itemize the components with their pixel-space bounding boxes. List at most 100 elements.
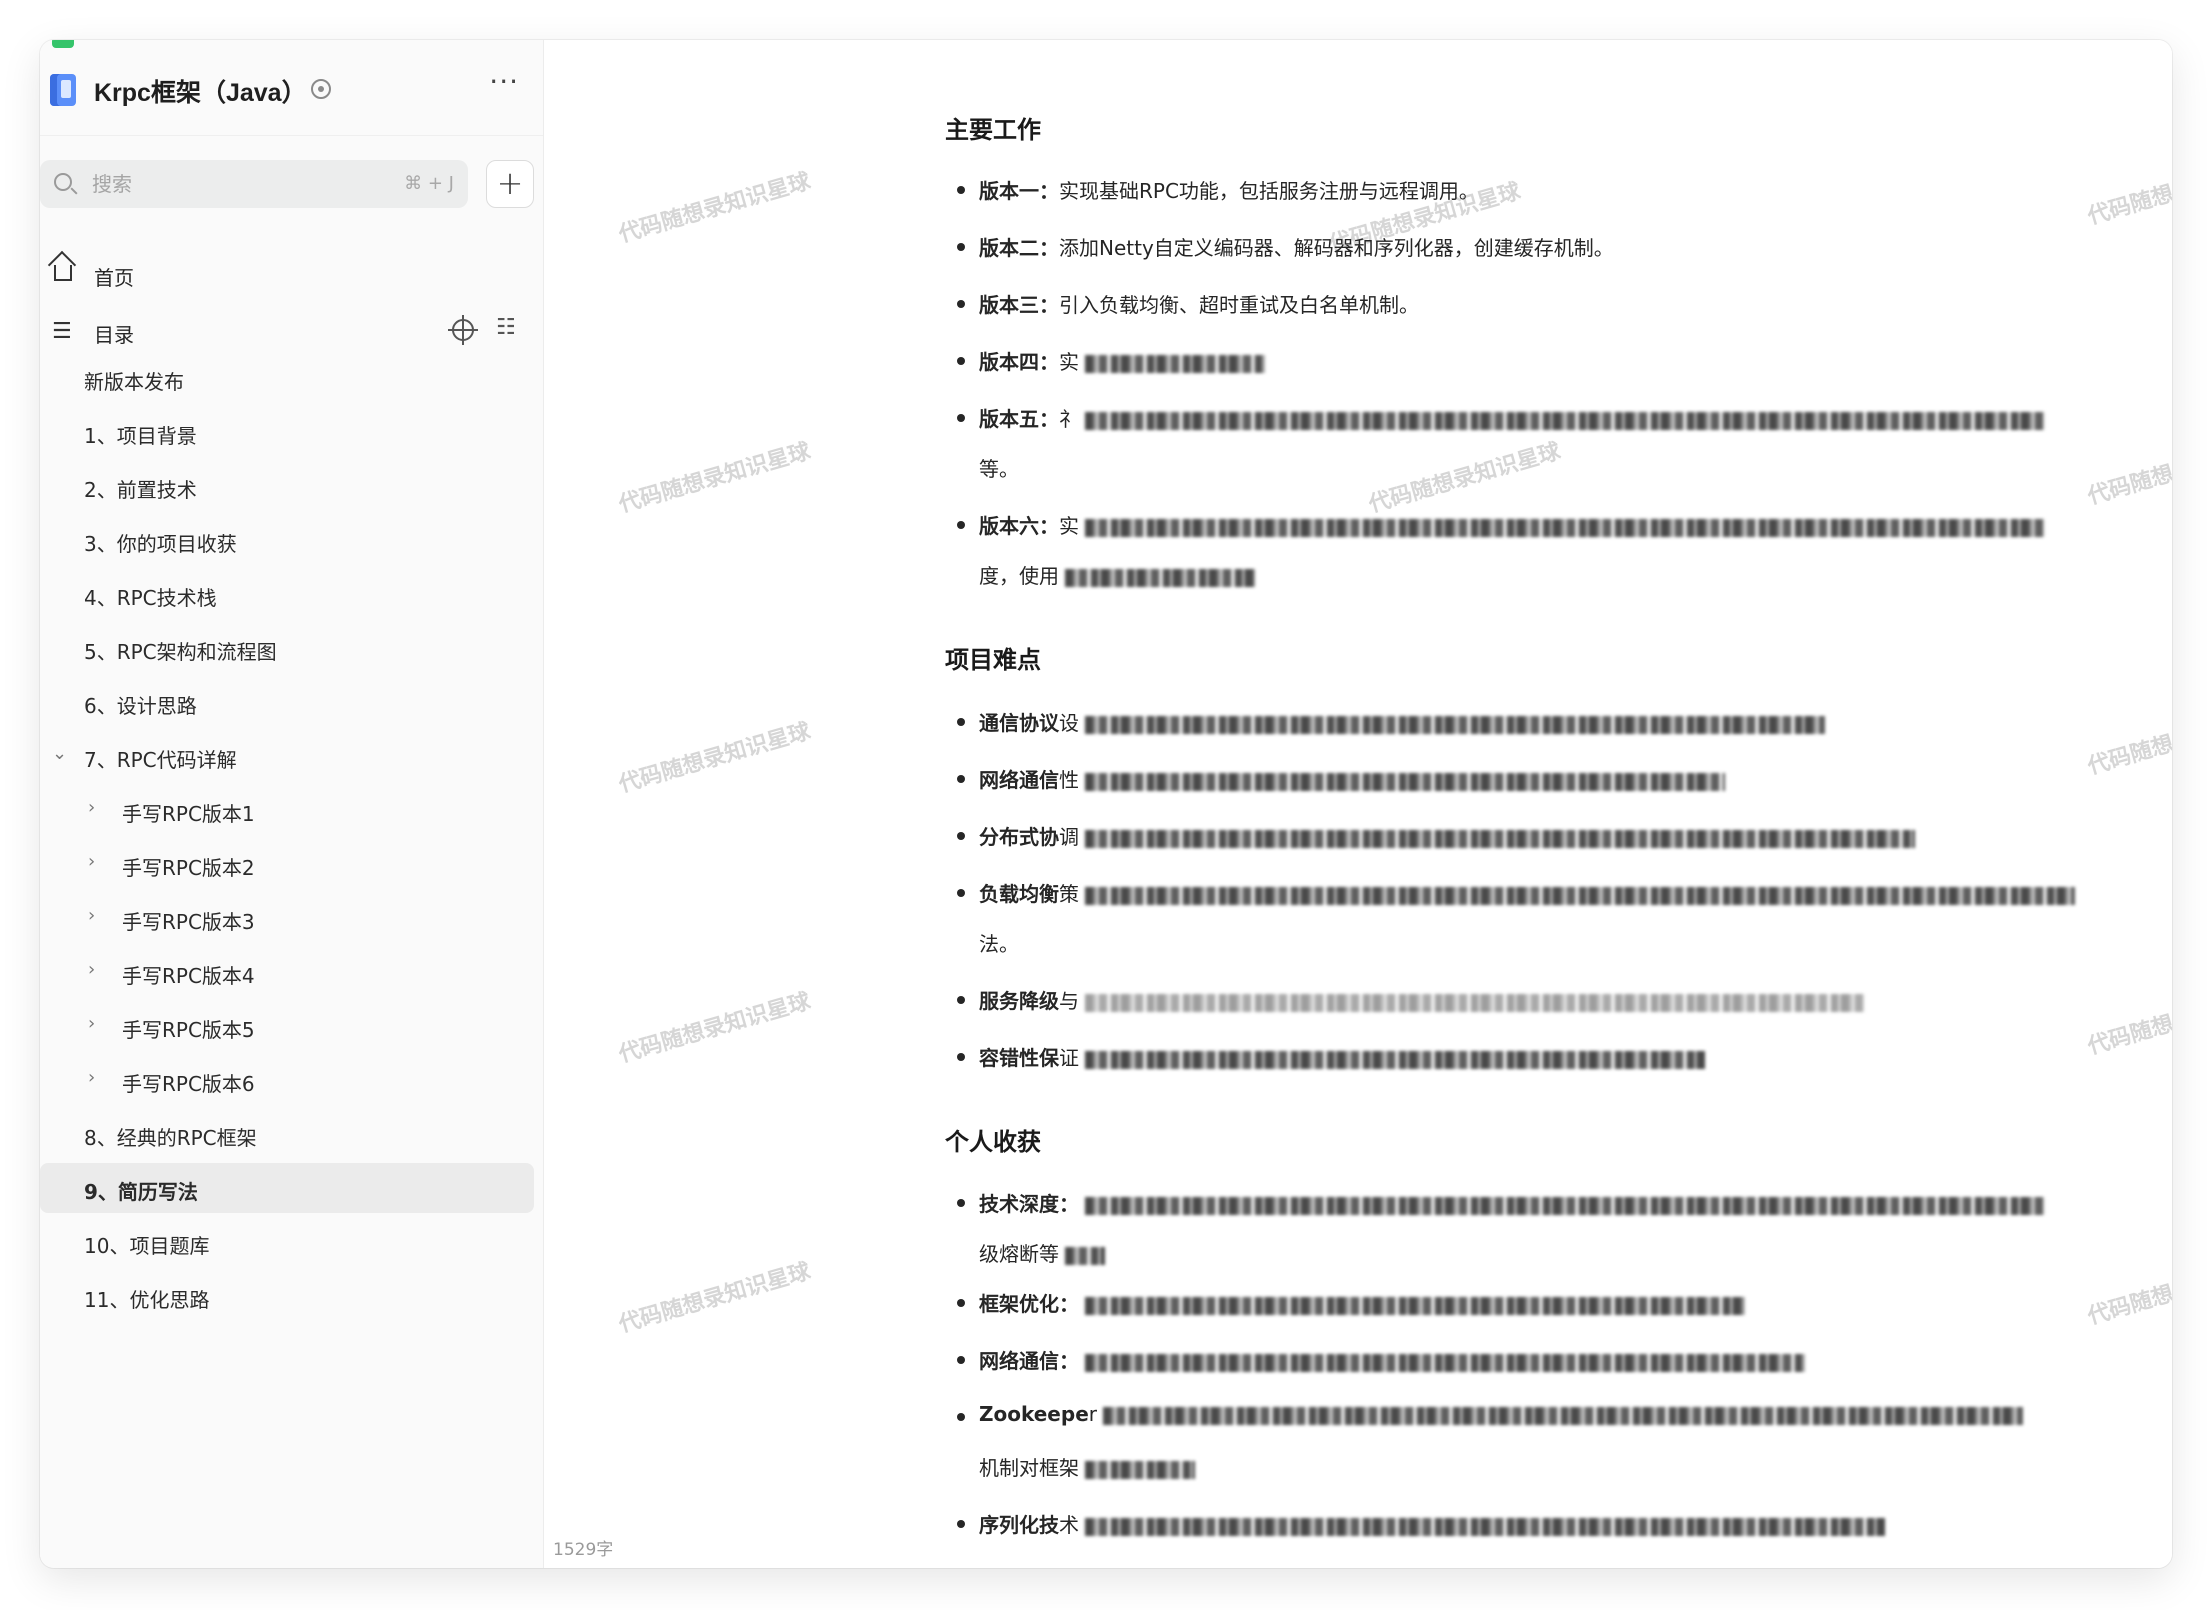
book-icon — [50, 74, 76, 106]
toc-item[interactable]: › 手写RPC版本2 — [40, 839, 544, 889]
more-options-icon[interactable]: ··· — [489, 68, 519, 96]
nav-toc[interactable]: ☰ 目录 ☷ — [40, 307, 544, 357]
list-item: 版本三：引入负载均衡、超时重试及白名单机制。 — [957, 289, 1419, 318]
redacted-text — [1085, 1460, 1195, 1479]
chevron-down-icon[interactable]: ⌄ — [52, 743, 67, 764]
list-item-text: 添加Netty自定义编码器、解码器和序列化器，创建缓存机制。 — [1059, 236, 1614, 260]
toc-item[interactable]: 11、优化思路 — [40, 1271, 544, 1321]
redacted-text — [1103, 1406, 2023, 1425]
toc-item[interactable]: › 手写RPC版本6 — [40, 1055, 544, 1105]
book-title[interactable]: Krpc框架（Java） — [94, 73, 307, 109]
list-item-label: 框架优化： — [979, 1292, 1079, 1316]
toc-item[interactable]: › 手写RPC版本5 — [40, 1001, 544, 1051]
toc-item-label: 手写RPC版本6 — [122, 1072, 255, 1096]
redacted-text — [1085, 518, 2045, 537]
continuation-text: 度，使用 — [979, 564, 1059, 588]
outline-toggle-icon[interactable]: ☷ — [496, 317, 516, 339]
toc-item-label: 10、项目题库 — [84, 1234, 210, 1258]
list-item-text: 实 — [1059, 350, 1079, 374]
list-item: 服务治理： — [979, 1566, 1945, 1568]
search-shortcut-hint: ⌘ + J — [404, 173, 454, 194]
continuation-text: 级熔断等 — [979, 1242, 1059, 1266]
redacted-text — [1065, 1246, 1105, 1265]
toc-item-label: 手写RPC版本5 — [122, 1018, 255, 1042]
toc-item-label: 2、前置技术 — [84, 478, 197, 502]
toc-item[interactable]: 8、经典的RPC框架 — [40, 1109, 544, 1159]
toc-item[interactable]: 1、项目背景 — [40, 407, 544, 457]
list-item-label: 技术深度： — [979, 1192, 1079, 1216]
add-button[interactable]: + — [486, 160, 534, 208]
chevron-right-icon[interactable]: › — [88, 797, 95, 818]
list-item: 网络通信： — [957, 1345, 1805, 1374]
toc-item[interactable]: › 手写RPC版本4 — [40, 947, 544, 997]
search-input[interactable] — [92, 160, 372, 208]
chevron-right-icon[interactable]: › — [88, 959, 95, 980]
toc-item[interactable]: › 手写RPC版本3 — [40, 893, 544, 943]
list-item-continuation: 等。 — [979, 453, 1019, 482]
list-item-text: 证 — [1059, 1046, 1079, 1070]
list-item-label: 分布式协 — [979, 825, 1059, 849]
redacted-text — [1085, 1353, 1805, 1372]
app-status-icon — [52, 40, 74, 48]
watermark-text: 代码随想录知识星球 — [616, 1259, 814, 1338]
toc-item[interactable]: 新版本发布 — [40, 353, 544, 403]
list-item: 通信协议设 — [957, 707, 1825, 736]
watermark-text: 代码随想录知识星球 — [616, 439, 814, 518]
list-item-text: 调 — [1059, 825, 1079, 849]
list-item-label: 通信协议 — [979, 711, 1059, 735]
list-item: 负载均衡策 — [957, 878, 2075, 907]
chevron-right-icon[interactable]: › — [88, 851, 95, 872]
toc-item[interactable]: 4、RPC技术栈 — [40, 569, 544, 619]
sidebar: Krpc框架（Java） ··· ⌘ + J + 首页 ☰ 目录 ☷ 新版本发布… — [40, 40, 544, 1568]
list-item-text: 术 — [1059, 1513, 1079, 1537]
home-icon — [54, 265, 72, 281]
toc-item[interactable]: 10、项目题库 — [40, 1217, 544, 1267]
nav-home[interactable]: 首页 — [40, 250, 544, 300]
list-item-text: 实现基础RPC功能，包括服务注册与远程调用。 — [1059, 179, 1479, 203]
redacted-text — [1085, 1050, 1705, 1069]
watermark-text: 代码随想录知识星球 — [2084, 711, 2172, 780]
locate-icon[interactable] — [448, 315, 478, 345]
toc-item-label: 手写RPC版本2 — [122, 856, 255, 880]
list-item: 服务降级与 — [957, 985, 1865, 1014]
toc-item[interactable]: 3、你的项目收获 — [40, 515, 544, 565]
list-item-label: 版本二： — [979, 236, 1059, 260]
visibility-icon[interactable] — [311, 79, 331, 99]
chevron-right-icon[interactable]: › — [88, 905, 95, 926]
nav-home-label: 首页 — [94, 266, 134, 290]
document-area: 代码随想录知识星球 代码随想录知识星球 代码随想录知识星球 代码随想录知识星球 代码随想… — [545, 40, 2172, 1568]
toc-item[interactable]: › 手写RPC版本1 — [40, 785, 544, 835]
list-item-label: 容错性保 — [979, 1046, 1059, 1070]
redacted-text — [1085, 1517, 1885, 1536]
list-item: 框架优化： — [957, 1288, 1745, 1317]
toc-item-label: 手写RPC版本1 — [122, 802, 255, 826]
redacted-text — [1085, 715, 1825, 734]
list-item: 版本六：实 — [957, 510, 2045, 539]
watermark-text: 代码随想录知识星球 — [2084, 1261, 2172, 1330]
search-box[interactable]: ⌘ + J — [40, 160, 468, 208]
toc-item[interactable]: ⌄ 7、RPC代码详解 — [40, 731, 544, 781]
watermark-text: 代码随想录知识星球 — [1366, 439, 1564, 518]
toc-item[interactable]: 5、RPC架构和流程图 — [40, 623, 544, 673]
list-item: 序列化技术 — [957, 1509, 1885, 1538]
list-item-label: 版本六： — [979, 514, 1059, 538]
list-item: 版本一：实现基础RPC功能，包括服务注册与远程调用。 — [957, 175, 1479, 204]
list-item-label: 版本四： — [979, 350, 1059, 374]
list-item: 分布式协调 — [957, 821, 1915, 850]
redacted-text — [1085, 993, 1865, 1012]
section-heading: 项目难点 — [945, 646, 1041, 674]
toc-item-label: 8、经典的RPC框架 — [84, 1126, 257, 1150]
app-window: Krpc框架（Java） ··· ⌘ + J + 首页 ☰ 目录 ☷ 新版本发布… — [40, 40, 2172, 1568]
toc-item[interactable]: 6、设计思路 — [40, 677, 544, 727]
toc-item-label: 新版本发布 — [84, 370, 184, 394]
toc-item-label: 5、RPC架构和流程图 — [84, 640, 277, 664]
chevron-right-icon[interactable]: › — [88, 1067, 95, 1088]
toc-item[interactable]: 2、前置技术 — [40, 461, 544, 511]
search-icon — [54, 173, 72, 191]
redacted-text — [1085, 1296, 1745, 1315]
list-item: 容错性保证 — [957, 1042, 1705, 1071]
toc-item-label: 1、项目背景 — [84, 424, 197, 448]
chevron-right-icon[interactable]: › — [88, 1013, 95, 1034]
toc-item[interactable]: 9、简历写法 — [40, 1163, 534, 1213]
redacted-text — [1065, 568, 1255, 587]
